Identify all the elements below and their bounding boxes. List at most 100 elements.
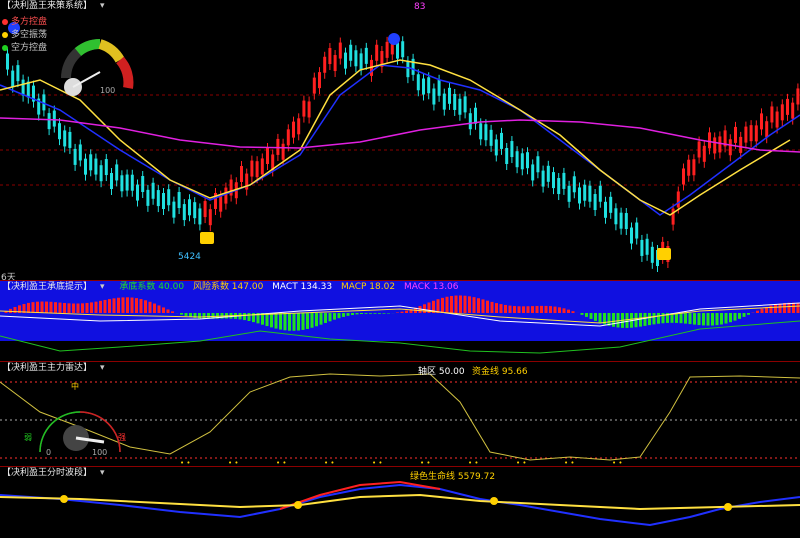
- histogram-bar: [90, 302, 93, 313]
- candle-body: [520, 153, 524, 170]
- marker-dot: • •: [324, 459, 334, 466]
- histogram-bar: [778, 303, 782, 313]
- histogram-bar: [706, 313, 710, 326]
- candle-body: [198, 208, 202, 225]
- histogram-bar: [724, 313, 728, 324]
- histogram-bar: [288, 313, 291, 331]
- main-chart-header: 【决利盈王来策系统】 ▾: [2, 1, 117, 12]
- chevron-down-icon[interactable]: ▾: [100, 282, 105, 292]
- marker-dot: • •: [276, 459, 286, 466]
- candle-body: [734, 126, 737, 143]
- histogram-bar: [139, 299, 143, 313]
- radar-title[interactable]: 【决利盈王主力雷达】 ▾: [2, 363, 111, 373]
- candle-body: [203, 201, 207, 218]
- main-chart-canvas[interactable]: [0, 0, 800, 280]
- indicator-value-5: MACK 13.06: [403, 282, 459, 292]
- smiley-icon: [60, 495, 68, 503]
- chevron-down-icon[interactable]: ▾: [100, 1, 105, 11]
- bottom-signal-canvas[interactable]: [0, 281, 800, 361]
- histogram-bar: [162, 307, 165, 313]
- band-line-yellow: [0, 493, 800, 511]
- candle-body: [546, 165, 550, 182]
- candle-body: [307, 101, 311, 118]
- radar-canvas[interactable]: • • • • • • • • • • • • • • • • • • • •: [0, 362, 800, 466]
- candle-body: [593, 194, 597, 211]
- band-title[interactable]: 【决利盈王分时波段】 ▾: [2, 468, 111, 478]
- candle-body: [515, 151, 519, 168]
- candle-body: [115, 164, 119, 181]
- marker-dot: • •: [228, 459, 238, 466]
- candle-body: [338, 42, 342, 59]
- bottom-signal-title[interactable]: 【决利盈王承底提示】 ▾: [2, 282, 111, 292]
- main-chart-title[interactable]: 【决利盈王来策系统】 ▾: [2, 1, 111, 11]
- band-panel[interactable]: 【决利盈王分时波段】 ▾ 绿色生命线 5579.72: [0, 467, 800, 538]
- candle-body: [728, 139, 732, 156]
- histogram-bar: [625, 313, 629, 328]
- candle-body: [416, 74, 420, 91]
- candle-body: [578, 187, 581, 204]
- histogram-bar: [571, 311, 575, 313]
- histogram-bar: [508, 305, 512, 313]
- top-number: 83: [414, 2, 426, 12]
- chevron-down-icon[interactable]: ▾: [100, 468, 105, 478]
- histogram-bar: [747, 313, 750, 315]
- band-line-blue: [0, 483, 800, 527]
- candle-body: [411, 58, 415, 75]
- histogram-bar: [117, 297, 120, 313]
- histogram-bar: [184, 313, 188, 317]
- candle-body: [354, 50, 358, 67]
- histogram-bar: [99, 300, 102, 313]
- histogram-bar: [49, 301, 53, 313]
- histogram-bar: [657, 313, 660, 324]
- histogram-bar: [130, 297, 134, 313]
- candle-body: [26, 81, 30, 98]
- histogram-bar: [535, 305, 539, 313]
- histogram-bar: [495, 303, 498, 313]
- candle-body: [104, 159, 108, 176]
- legend-bear: 空方控盘: [2, 40, 47, 53]
- candle-body: [692, 159, 696, 176]
- candle-body: [463, 96, 467, 113]
- histogram-bar: [774, 304, 777, 313]
- bottom-signal-panel[interactable]: 【决利盈王承底提示】 ▾ 承底系数 40.00 风险系数 147.00 MACT …: [0, 281, 800, 361]
- candle-body: [16, 65, 20, 82]
- candle-body: [505, 148, 509, 165]
- histogram-bar: [643, 313, 647, 326]
- candle-body: [63, 130, 67, 147]
- histogram-bar: [477, 298, 480, 313]
- histogram-bar: [85, 302, 89, 313]
- candle-body: [188, 199, 191, 216]
- bottom-signal-header: 【决利盈王承底提示】 ▾ 承底系数 40.00 风险系数 147.00 MACT …: [2, 282, 465, 293]
- candle-body: [796, 88, 800, 105]
- smiley-icon: [724, 503, 732, 511]
- main-chart-panel[interactable]: 【决利盈王来策系统】 ▾ 83 多方控盘 多空振荡 空方控盘 100 5424 6…: [0, 0, 800, 280]
- histogram-bar: [693, 313, 696, 325]
- candle-body: [541, 170, 545, 187]
- candle-body: [359, 53, 363, 70]
- candle-body: [255, 161, 259, 178]
- radar-panel[interactable]: • • • • • • • • • • • • • • • • • • • • 【决利盈王主力雷达…: [0, 362, 800, 466]
- histogram-bar: [76, 303, 80, 313]
- candle-body: [193, 202, 197, 219]
- candle-body: [687, 159, 691, 176]
- histogram-bar: [180, 313, 183, 315]
- indicator-value-4: MACP 18.02: [340, 282, 396, 292]
- life-line-value: 绿色生命线 5579.72: [410, 472, 496, 482]
- candle-body: [645, 238, 649, 255]
- candle-body: [500, 132, 503, 149]
- candle-body: [468, 113, 472, 130]
- candle-body: [635, 222, 639, 239]
- histogram-bar: [301, 313, 305, 330]
- histogram-bar: [148, 301, 152, 313]
- candle-body: [406, 61, 410, 78]
- candle-body: [172, 201, 176, 218]
- histogram-bar: [31, 302, 35, 313]
- chevron-down-icon[interactable]: ▾: [100, 363, 105, 373]
- histogram-bar: [553, 306, 557, 313]
- candle-body: [146, 189, 150, 206]
- band-canvas[interactable]: [0, 467, 800, 538]
- candle-body: [780, 104, 784, 121]
- histogram-bar: [369, 313, 372, 314]
- histogram-bar: [360, 313, 363, 315]
- histogram-bar: [760, 308, 764, 313]
